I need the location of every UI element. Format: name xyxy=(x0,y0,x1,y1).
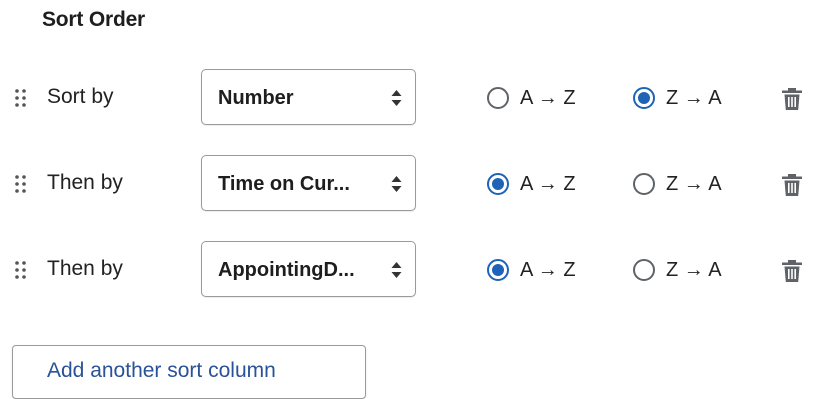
drag-handle-icon[interactable] xyxy=(14,174,28,194)
add-sort-column-label: Add another sort column xyxy=(47,359,276,382)
radio-descending[interactable]: Z → A xyxy=(633,255,751,285)
radio-ascending-label: A → Z xyxy=(520,173,576,195)
radio-ascending-label: A → Z xyxy=(520,259,576,281)
sort-column-select[interactable]: Number xyxy=(201,69,416,125)
add-sort-column-button[interactable]: Add another sort column xyxy=(12,345,366,399)
sort-row: Then by AppointingD... A → Z Z → A xyxy=(0,241,813,299)
sort-row: Sort by Number A → Z Z → A xyxy=(0,69,813,127)
sort-column-value: Time on Cur... xyxy=(218,173,350,195)
chevron-up-down-icon xyxy=(391,89,402,107)
radio-descending-label: Z → A xyxy=(666,173,722,195)
radio-ascending[interactable]: A → Z xyxy=(487,255,605,285)
radio-button[interactable] xyxy=(633,173,655,195)
drag-handle-icon[interactable] xyxy=(14,88,28,108)
chevron-up-down-icon xyxy=(391,175,402,193)
sort-row-label: Then by xyxy=(47,171,123,194)
chevron-up-down-icon xyxy=(391,261,402,279)
sort-order-title: Sort Order xyxy=(42,8,146,31)
sort-column-select[interactable]: AppointingD... xyxy=(201,241,416,297)
radio-ascending-label: A → Z xyxy=(520,87,576,109)
trash-icon[interactable] xyxy=(781,173,803,197)
radio-descending[interactable]: Z → A xyxy=(633,83,751,113)
sort-column-value: AppointingD... xyxy=(218,259,355,281)
radio-button[interactable] xyxy=(487,87,509,109)
sort-column-select[interactable]: Time on Cur... xyxy=(201,155,416,211)
sort-row-label: Sort by xyxy=(47,85,114,108)
sort-row-label: Then by xyxy=(47,257,123,280)
sort-column-value: Number xyxy=(218,87,294,109)
radio-button[interactable] xyxy=(633,87,655,109)
sort-row: Then by Time on Cur... A → Z Z → A xyxy=(0,155,813,213)
radio-descending-label: Z → A xyxy=(666,87,722,109)
radio-descending-label: Z → A xyxy=(666,259,722,281)
drag-handle-icon[interactable] xyxy=(14,260,28,280)
radio-button[interactable] xyxy=(487,259,509,281)
trash-icon[interactable] xyxy=(781,87,803,111)
radio-button[interactable] xyxy=(487,173,509,195)
radio-descending[interactable]: Z → A xyxy=(633,169,751,199)
radio-button[interactable] xyxy=(633,259,655,281)
trash-icon[interactable] xyxy=(781,259,803,283)
radio-ascending[interactable]: A → Z xyxy=(487,169,605,199)
radio-ascending[interactable]: A → Z xyxy=(487,83,605,113)
